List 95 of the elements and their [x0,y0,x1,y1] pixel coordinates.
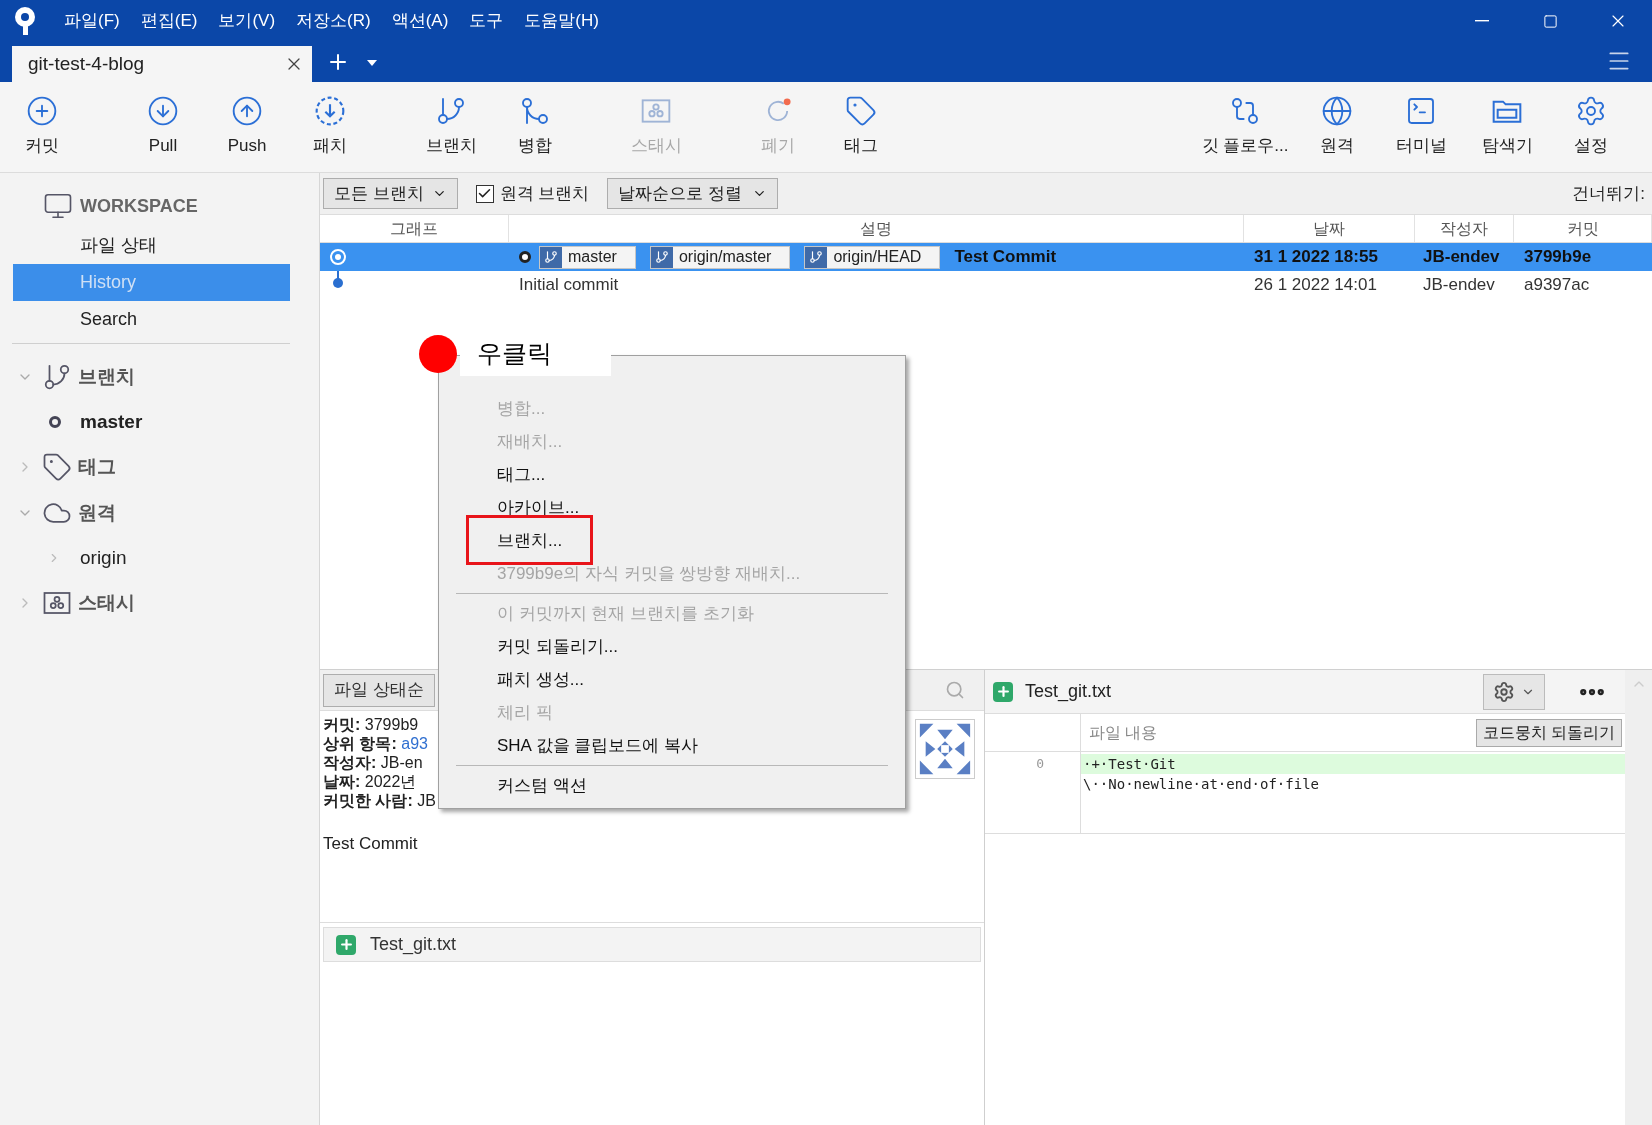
sidebar-group-label[interactable]: 태그 [78,452,116,482]
toolbar-button[interactable]: 커밋 [2,85,82,169]
branch-icon [654,250,669,264]
menu-item[interactable]: 액션(A) [391,8,449,34]
menu-item[interactable]: 도구 [469,8,504,34]
commit-detail-line: 커밋한 사람: JB [323,791,436,810]
arrow-up-circle-icon [231,95,263,128]
commit-date: 26 1 2022 14:01 [1253,274,1378,297]
commit-row[interactable]: master origin/master origin/HEAD Test Commit 31 1 2022 18:55 JB-endev 3799b9e [320,243,1652,271]
toolbar-button[interactable]: 터미널 [1379,85,1463,169]
column-header: 파일 내용 [1089,722,1158,743]
sort-dropdown[interactable]: 파일 상태순 [323,673,435,707]
file-list-item[interactable]: Test_git.txt [323,927,981,962]
menu-item[interactable]: 패치 생성... [439,663,905,696]
sidebar-item[interactable]: origin [80,543,127,573]
app-logo-icon [12,6,38,36]
commit-detail-line: 상위 항목: a93 [323,734,428,753]
globe-icon [1321,95,1353,128]
commit-detail-line: 작성자: JB-en [323,753,423,772]
menu-item[interactable]: 편집(E) [140,8,198,34]
toolbar-button[interactable]: 패치 [290,85,370,169]
toolbar-button[interactable]: Push [207,85,287,169]
branch-label[interactable]: origin/HEAD [804,245,941,269]
branch-icon [809,250,824,264]
toolbar-button[interactable]: 병합 [495,85,575,169]
menu-item[interactable]: 커스텀 액션 [439,769,905,802]
maximize-icon [1542,13,1558,29]
diff-line: \··No·newline·at·end·of·file [1082,775,1320,794]
section-title: WORKSPACE [80,194,198,218]
menu-item[interactable]: 저장소(R) [296,8,371,34]
sidebar-item[interactable]: Search [13,301,290,338]
toolbar-button[interactable]: Pull [123,85,203,169]
menu-item[interactable]: 브랜치... [439,524,905,557]
tag-icon [42,452,72,482]
commit-author: JB-endev [1422,274,1496,297]
commit-hash: 3799b9e [1523,246,1593,269]
menu-item[interactable]: 보기(V) [218,8,276,34]
monitor-icon [42,191,74,221]
commit-message: Test Commit [323,833,419,855]
checkbox[interactable] [475,184,494,203]
column-header[interactable]: 커밋 [1514,215,1652,242]
toolbar-button[interactable]: 탐색기 [1465,85,1549,169]
jump-label: 건너뛰기: [1572,182,1645,205]
sidebar-item[interactable]: 파일 상태 [13,227,290,264]
toolbar-button[interactable]: 태그 [821,85,901,169]
menu-item[interactable]: 아카이브... [439,491,905,524]
branch-label[interactable]: origin/master [649,245,791,269]
menu-item[interactable]: 파일(F) [64,8,120,34]
scrollbar[interactable] [1625,670,1652,1125]
search-icon[interactable] [945,680,965,700]
plus-circle-icon [26,95,58,128]
column-header[interactable]: 날짜 [1244,215,1415,242]
column-header[interactable]: 그래프 [320,215,509,242]
diff-file-name: Test_git.txt [1025,680,1112,704]
commit-detail-line: 커밋: 3799b9 [323,715,419,734]
identicon-icon [915,719,975,779]
commit-message: Initial commit [519,274,619,297]
settings-dropdown[interactable] [1483,673,1545,710]
menu-item[interactable]: SHA 값을 클립보드에 복사 [439,729,905,762]
sort-dropdown[interactable]: 날짜순으로 정렬 [607,178,779,209]
commit-hash: a9397ac [1523,274,1591,297]
commit-detail-line: 날짜: 2022년 [323,772,417,791]
dropdown-caret-icon[interactable] [366,59,378,67]
repository-tab[interactable]: git-test-4-blog [12,46,312,82]
graph-node [332,271,344,289]
sidebar-group-label[interactable]: 브랜치 [78,362,135,392]
line-number: 0 [1035,755,1045,773]
tag-icon [845,95,877,128]
graph-node [330,249,346,265]
column-header[interactable]: 작성자 [1415,215,1514,242]
sidebar-item[interactable]: master [80,407,143,437]
toolbar-button[interactable]: 원격 [1297,85,1377,169]
commit-message: Test Commit [954,246,1057,269]
minimize-icon [1475,20,1489,22]
sidebar-group-label[interactable]: 스태시 [78,588,135,618]
branch-dropdown[interactable]: 모든 브랜치 [323,178,458,209]
menu-item[interactable]: 태그... [439,458,905,491]
arrow-down-circle-icon [147,95,179,128]
commit-row[interactable]: Initial commit 26 1 2022 14:01 JB-endev a9397ac [320,271,1652,299]
column-header[interactable]: 설명 [509,215,1244,242]
sidebar-group-label[interactable]: 원격 [78,498,116,528]
settings-icon [1575,95,1607,128]
commit-author: JB-endev [1422,246,1501,269]
revert-hunk-button[interactable]: 코드뭉치 되돌리기 [1475,718,1622,747]
branch-icon [42,362,72,392]
menu-item[interactable]: 커밋 되돌리기... [439,630,905,663]
checkbox-label[interactable]: 원격 브랜치 [499,180,590,207]
toolbar-button[interactable]: 설정 [1551,85,1631,169]
branch-icon [544,250,558,264]
menu-item[interactable]: 도움말(H) [524,8,599,34]
settings-icon [1493,680,1515,703]
commit-date: 31 1 2022 18:55 [1253,246,1379,269]
toolbar-button[interactable]: 브랜치 [411,85,491,169]
branch-label[interactable]: master [539,245,636,269]
toolbar-button[interactable]: 깃 플로우... [1195,85,1295,169]
